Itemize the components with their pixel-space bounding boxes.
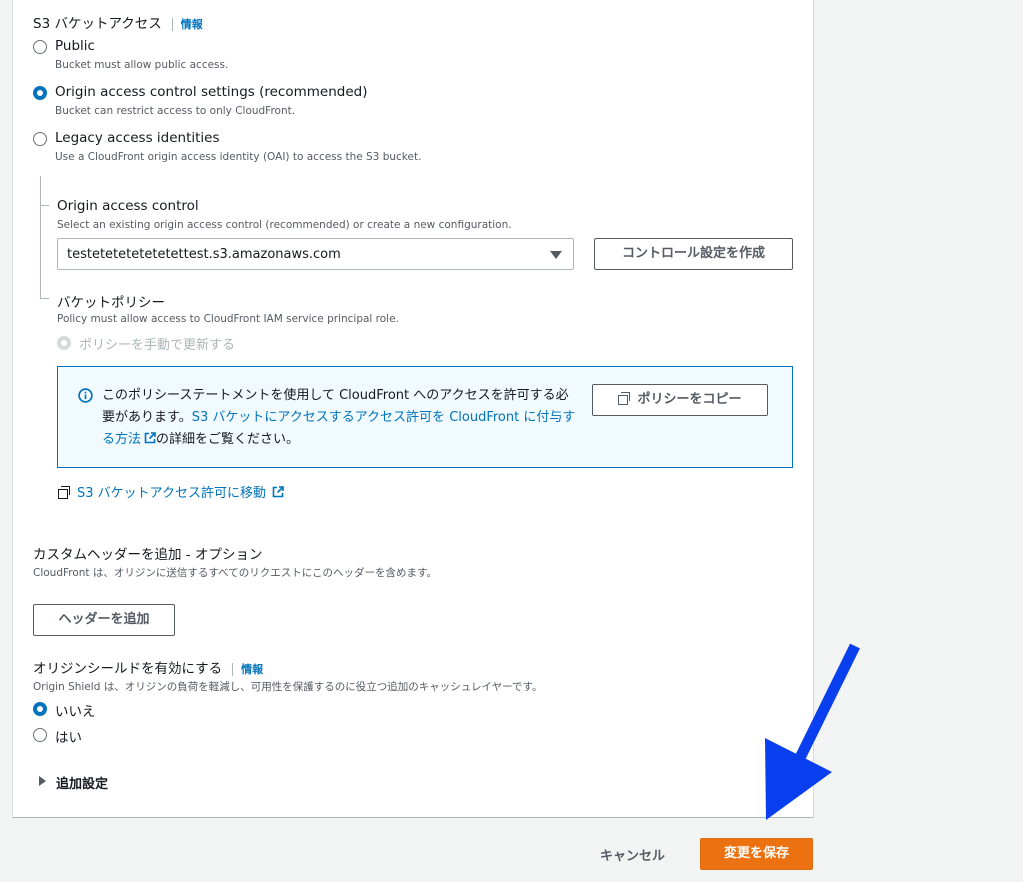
radio-public-desc: Bucket must allow public access. (55, 59, 229, 71)
goto-s3-permissions-text: S3 バケットアクセス許可に移動 (77, 486, 267, 501)
tree-branch-policy (40, 298, 49, 299)
s3-access-heading: S3 バケットアクセス 情報 (33, 12, 203, 32)
radio-origin-shield-no-label[interactable]: いいえ (55, 700, 96, 720)
oac-select[interactable]: testetetetetetetettest.s3.amazonaws.com (57, 238, 574, 270)
add-header-button[interactable]: ヘッダーを追加 (33, 604, 175, 636)
copy-policy-label: ポリシーをコピー (637, 392, 742, 407)
radio-oac-desc: Bucket can restrict access to only Cloud… (55, 105, 296, 117)
s3-access-info-link[interactable]: 情報 (181, 18, 203, 31)
radio-oac-label[interactable]: Origin access control settings (recommen… (55, 84, 367, 100)
radio-public[interactable] (33, 40, 47, 54)
alert-text-2: の詳細をご覧ください。 (156, 432, 300, 447)
origin-shield-title: オリジンシールドを有効にする (33, 661, 223, 677)
radio-origin-shield-no[interactable] (33, 702, 47, 716)
tree-line (40, 176, 41, 298)
external-link-icon (144, 432, 156, 444)
bucket-policy-title: バケットポリシー (57, 295, 165, 311)
oac-select-value: testetetetetetetettest.s3.amazonaws.com (67, 247, 341, 262)
tree-branch-oac (40, 205, 49, 206)
origin-shield-heading: オリジンシールドを有効にする 情報 (33, 657, 263, 677)
radio-legacy-desc: Use a CloudFront origin access identity … (55, 151, 422, 163)
caret-down-icon (550, 251, 562, 259)
radio-legacy-oai[interactable] (33, 132, 47, 146)
custom-headers-title: カスタムヘッダーを追加 - オプション (33, 547, 263, 563)
origin-shield-info-link[interactable]: 情報 (241, 663, 263, 676)
cancel-button[interactable]: キャンセル (600, 845, 665, 864)
policy-info-alert: このポリシーステートメントを使用して CloudFront へのアクセスを許可す… (57, 366, 793, 468)
oac-title: Origin access control (57, 198, 199, 214)
bucket-policy-desc: Policy must allow access to CloudFront I… (57, 313, 399, 325)
goto-s3-permissions-link[interactable]: S3 バケットアクセス許可に移動 (58, 482, 284, 501)
external-link-icon (272, 486, 284, 498)
radio-oac[interactable] (33, 86, 47, 100)
additional-settings-toggle[interactable]: 追加設定 (56, 773, 108, 792)
copy-policy-button[interactable]: ポリシーをコピー (592, 384, 768, 416)
origin-shield-desc: Origin Shield は、オリジンの負荷を軽減し、可用性を保護するのに役立… (33, 681, 543, 693)
alert-message: このポリシーステートメントを使用して CloudFront へのアクセスを許可す… (102, 385, 578, 451)
radio-public-label[interactable]: Public (55, 38, 95, 54)
radio-manual-policy[interactable] (57, 336, 71, 350)
radio-origin-shield-yes-label[interactable]: はい (55, 726, 82, 746)
caret-right-icon[interactable] (39, 776, 46, 786)
save-changes-button[interactable]: 変更を保存 (700, 838, 813, 870)
radio-manual-policy-label: ポリシーを手動で更新する (79, 338, 236, 353)
create-control-setting-button[interactable]: コントロール設定を作成 (594, 238, 793, 270)
radio-legacy-label[interactable]: Legacy access identities (55, 130, 220, 146)
info-circle-icon (78, 388, 93, 403)
radio-origin-shield-yes[interactable] (33, 728, 47, 742)
oac-desc: Select an existing origin access control… (57, 219, 512, 231)
custom-headers-desc: CloudFront は、オリジンに送信するすべてのリクエストにこのヘッダーを含… (33, 567, 437, 579)
s3-access-title: S3 バケットアクセス (33, 16, 162, 32)
copy-icon (618, 392, 631, 405)
copy-icon (58, 486, 71, 499)
